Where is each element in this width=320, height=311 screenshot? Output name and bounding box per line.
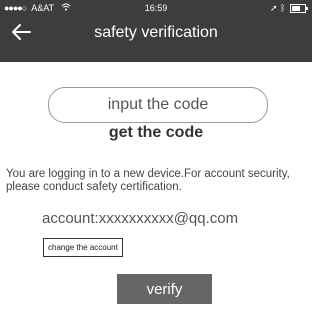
- change-account-button[interactable]: change the account: [43, 238, 123, 257]
- account-label: account:xxxxxxxxxx@qq.com: [42, 210, 239, 227]
- location-arrow-icon: ➚: [270, 3, 278, 13]
- verification-screen: ●●●●○ A&AT 16:59 ➚ ᛒ safety verification…: [0, 0, 312, 311]
- verify-button[interactable]: verify: [117, 274, 212, 304]
- status-bar: ●●●●○ A&AT 16:59 ➚ ᛒ: [0, 0, 312, 18]
- code-input[interactable]: input the code: [48, 87, 268, 123]
- battery-icon: [290, 4, 308, 14]
- status-right-icons: ➚ ᛒ: [270, 3, 308, 14]
- get-code-link[interactable]: get the code: [0, 124, 312, 142]
- top-bar: ●●●●○ A&AT 16:59 ➚ ᛒ safety verification: [0, 0, 312, 62]
- security-message: You are logging in to a new device.For a…: [6, 168, 290, 193]
- clock: 16:59: [144, 3, 168, 13]
- page-title: safety verification: [94, 24, 218, 41]
- bluetooth-icon: ᛒ: [280, 3, 286, 13]
- code-input-placeholder: input the code: [107, 96, 209, 113]
